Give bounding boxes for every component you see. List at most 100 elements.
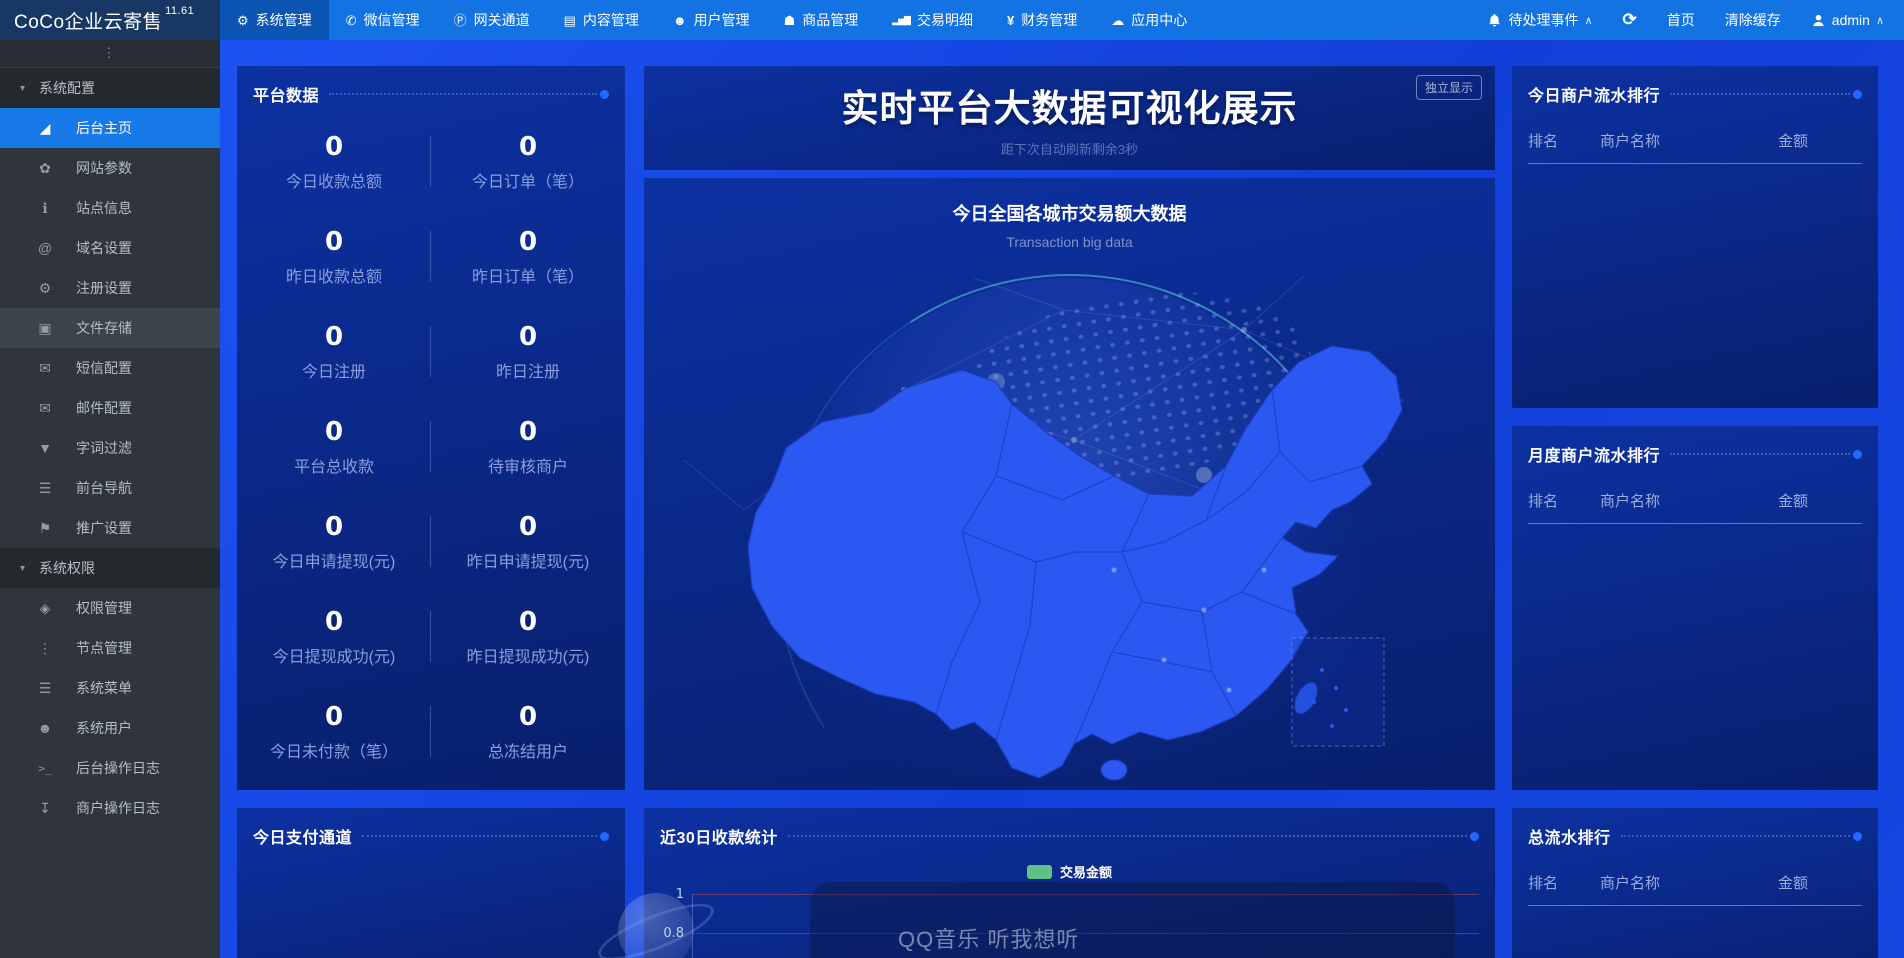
platform-stat: 0 今日注册 [237,304,431,399]
china-map-panel: 今日全国各城市交易额大数据 Transaction big data [644,178,1495,790]
tab-product-mgmt[interactable]: ☗ 商品管理 [767,0,876,40]
sidebar-item-admin-op-log[interactable]: >_ 后台操作日志 [0,748,220,788]
rank-table-header: 排名 商户名称 金额 [1512,130,1878,151]
tab-user-mgmt[interactable]: ☻ 用户管理 [656,0,767,40]
tab-label: 交易明细 [916,12,973,28]
tab-gateway[interactable]: Ⓟ 网关通道 [437,0,547,40]
bar-chart-icon: ▂▅▇ [892,14,911,25]
megaphone-icon: ⚑ [38,519,52,536]
app-logo[interactable]: CoCo企业云寄售 11.61 [0,0,220,40]
panel-title: 今日支付通道 [253,830,353,847]
sidebar-item-site-info[interactable]: ℹ 站点信息 [0,188,220,228]
sidebar-item-promotion-settings[interactable]: ⚑ 推广设置 [0,508,220,548]
tab-transactions[interactable]: ▂▅▇ 交易明细 [875,0,990,40]
qq-music-text: QQ音乐 听我想听 [898,927,1080,952]
cloud-icon: ☁ [1111,12,1125,28]
sidebar-section-system-permission[interactable]: ▾ 系统权限 [0,548,220,588]
stat-value: 0 [518,416,538,447]
item-label: 注册设置 [76,280,132,296]
dots-icon: ⋮ [38,639,52,656]
col-merchant: 商户名称 [1600,875,1661,892]
lock-icon: ◈ [39,599,51,616]
platform-stat: 0 昨日订单（笔） [431,209,625,304]
pin-icon: ↧ [39,799,51,816]
stat-value: 0 [324,416,344,447]
sidebar-item-system-users[interactable]: ☻ 系统用户 [0,708,220,748]
platform-stat: 0 待审核商户 [431,399,625,494]
chart-legend[interactable]: 交易金额 [644,862,1495,881]
col-amount: 金额 [1778,875,1809,892]
list-icon: ☰ [38,479,52,496]
sidebar-item-front-nav[interactable]: ☰ 前台导航 [0,468,220,508]
dot-accent [600,831,609,841]
apple-icon: ✿ [39,159,51,176]
sidebar-section-system-config[interactable]: ▾ 系统配置 [0,68,220,108]
sidebar-item-merchant-op-log[interactable]: ↧ 商户操作日志 [0,788,220,828]
sidebar-item-word-filter[interactable]: ▼ 字词过滤 [0,428,220,468]
dotted-divider [1620,835,1850,837]
pending-events-label: 待处理事件 [1508,12,1579,28]
tab-label: 财务管理 [1021,12,1078,28]
gateway-p-icon: Ⓟ [453,12,467,28]
item-label: 后台主页 [76,120,132,136]
shopping-bag-icon: ☗ [783,12,796,28]
table-rule [1528,163,1862,164]
stat-value: 0 [324,226,344,257]
user-menu[interactable]: admin ∧ [1811,12,1884,28]
panel-header: 今日商户流水排行 [1512,66,1878,106]
home-link[interactable]: 首页 [1667,10,1695,30]
sidebar-collapse-handle[interactable]: ⋮ [0,40,220,68]
panel-header: 近30日收款统计 [644,808,1495,848]
tab-finance-mgmt[interactable]: ¥ 财务管理 [990,0,1094,40]
pending-events-dropdown[interactable]: 待处理事件 ∧ [1487,10,1593,30]
tab-label: 内容管理 [582,12,639,28]
sidebar-item-permission-mgmt[interactable]: ◈ 权限管理 [0,588,220,628]
sidebar-item-system-menu[interactable]: ☰ 系统菜单 [0,668,220,708]
wechat-icon: ✆ [345,12,357,28]
stat-label: 昨日收款总额 [285,268,382,286]
platform-stats-grid: 0 今日收款总额 0 今日订单（笔） 0 昨日收款总额 0 昨日订单（笔） 0 今日注册 … [237,106,625,779]
stat-value: 0 [518,606,538,637]
stat-value: 0 [518,701,538,732]
platform-stat: 0 今日订单（笔） [431,114,625,209]
platform-stat: 0 昨日提现成功(元) [431,589,625,684]
today-merchant-rank-panel: 今日商户流水排行 排名 商户名称 金额 [1512,66,1878,408]
panel-title: 平台数据 [253,88,320,105]
pay-channel-panel: 今日支付通道 [237,808,625,958]
table-rule [1528,905,1862,906]
sidebar-item-sms-config[interactable]: ✉ 短信配置 [0,348,220,388]
dots-icon: ⋮ [102,45,118,60]
platform-stat: 0 昨日申请提现(元) [431,494,625,589]
sidebar-item-backend-home[interactable]: ◢ 后台主页 [0,108,220,148]
col-merchant: 商户名称 [1600,493,1661,510]
tab-system-mgmt[interactable]: ⚙ 系统管理 [220,0,329,40]
item-label: 节点管理 [76,640,132,656]
stat-value: 0 [324,606,344,637]
tab-app-center[interactable]: ☁ 应用中心 [1094,0,1204,40]
col-amount: 金额 [1778,493,1809,510]
sidebar-item-email-config[interactable]: ✉ 邮件配置 [0,388,220,428]
refresh-button[interactable]: ⟳ [1623,10,1637,30]
stat-label: 今日收款总额 [285,173,382,191]
sidebar-item-domain-settings[interactable]: @ 域名设置 [0,228,220,268]
dotted-divider [787,835,1467,837]
sidebar-item-file-storage[interactable]: ▣ 文件存储 [0,308,220,348]
sidebar-item-register-settings[interactable]: ⚙ 注册设置 [0,268,220,308]
caret-down-icon: ▾ [20,562,26,574]
sidebar-item-node-mgmt[interactable]: ⋮ 节点管理 [0,628,220,668]
stat-label: 昨日提现成功(元) [466,648,590,666]
item-label: 域名设置 [76,240,132,256]
tab-label: 微信管理 [363,12,420,28]
tab-wechat-mgmt[interactable]: ✆ 微信管理 [329,0,437,40]
terminal-icon: >_ [38,761,52,775]
clear-cache-button[interactable]: 清除缓存 [1725,10,1781,30]
tab-label: 商品管理 [802,12,859,28]
section-label: 系统权限 [39,560,96,576]
stat-label: 昨日注册 [495,363,560,381]
gear-icon: ⚙ [237,12,249,28]
tab-content-mgmt[interactable]: ▤ 内容管理 [547,0,656,40]
standalone-display-button[interactable]: 独立显示 [1415,75,1482,100]
item-label: 商户操作日志 [76,800,160,816]
stat-value: 0 [518,226,538,257]
sidebar-item-site-params[interactable]: ✿ 网站参数 [0,148,220,188]
